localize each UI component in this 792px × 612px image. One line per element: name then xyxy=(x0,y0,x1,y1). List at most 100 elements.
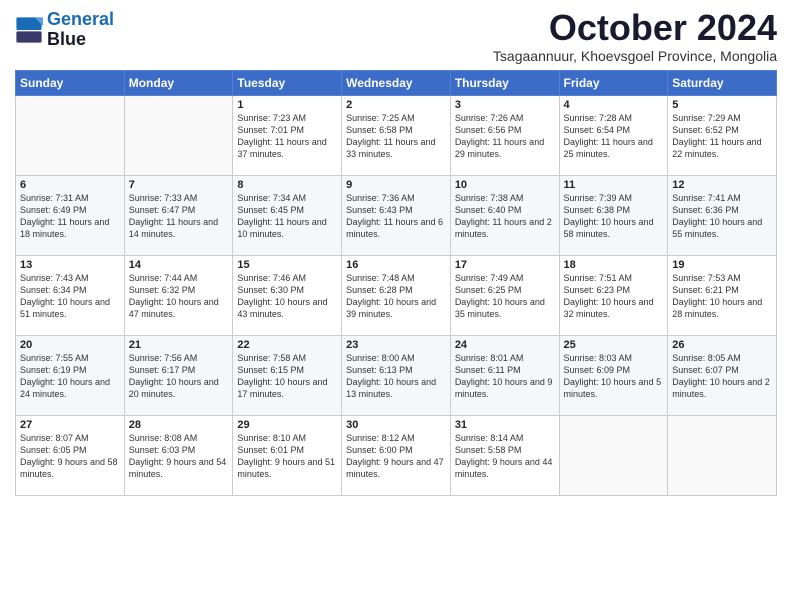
calendar-cell: 31Sunrise: 8:14 AM Sunset: 5:58 PM Dayli… xyxy=(450,416,559,496)
day-number: 27 xyxy=(20,419,120,431)
calendar-cell: 11Sunrise: 7:39 AM Sunset: 6:38 PM Dayli… xyxy=(559,176,668,256)
logo: General Blue xyxy=(15,10,114,50)
day-number: 31 xyxy=(455,419,555,431)
day-info: Sunrise: 7:26 AM Sunset: 6:56 PM Dayligh… xyxy=(455,112,555,161)
calendar-cell xyxy=(16,96,125,176)
day-number: 15 xyxy=(237,259,337,271)
calendar-cell: 29Sunrise: 8:10 AM Sunset: 6:01 PM Dayli… xyxy=(233,416,342,496)
calendar-cell xyxy=(559,416,668,496)
day-number: 9 xyxy=(346,179,446,191)
weekday-header: Thursday xyxy=(450,71,559,96)
day-info: Sunrise: 8:00 AM Sunset: 6:13 PM Dayligh… xyxy=(346,352,446,401)
day-info: Sunrise: 8:01 AM Sunset: 6:11 PM Dayligh… xyxy=(455,352,555,401)
day-info: Sunrise: 8:03 AM Sunset: 6:09 PM Dayligh… xyxy=(564,352,664,401)
calendar-cell: 15Sunrise: 7:46 AM Sunset: 6:30 PM Dayli… xyxy=(233,256,342,336)
day-number: 17 xyxy=(455,259,555,271)
calendar-cell: 13Sunrise: 7:43 AM Sunset: 6:34 PM Dayli… xyxy=(16,256,125,336)
logo-line2: Blue xyxy=(47,30,114,50)
day-info: Sunrise: 8:08 AM Sunset: 6:03 PM Dayligh… xyxy=(129,432,229,481)
calendar-week-row: 1Sunrise: 7:23 AM Sunset: 7:01 PM Daylig… xyxy=(16,96,777,176)
day-info: Sunrise: 7:53 AM Sunset: 6:21 PM Dayligh… xyxy=(672,272,772,321)
day-number: 21 xyxy=(129,339,229,351)
day-number: 3 xyxy=(455,99,555,111)
day-number: 16 xyxy=(346,259,446,271)
logo-text: General Blue xyxy=(47,10,114,50)
day-number: 20 xyxy=(20,339,120,351)
day-info: Sunrise: 7:49 AM Sunset: 6:25 PM Dayligh… xyxy=(455,272,555,321)
day-info: Sunrise: 7:31 AM Sunset: 6:49 PM Dayligh… xyxy=(20,192,120,241)
day-info: Sunrise: 7:39 AM Sunset: 6:38 PM Dayligh… xyxy=(564,192,664,241)
calendar-cell: 17Sunrise: 7:49 AM Sunset: 6:25 PM Dayli… xyxy=(450,256,559,336)
day-info: Sunrise: 7:55 AM Sunset: 6:19 PM Dayligh… xyxy=(20,352,120,401)
day-number: 26 xyxy=(672,339,772,351)
weekday-header: Saturday xyxy=(668,71,777,96)
logo-line1: General xyxy=(47,9,114,29)
day-number: 8 xyxy=(237,179,337,191)
day-number: 30 xyxy=(346,419,446,431)
calendar-cell: 18Sunrise: 7:51 AM Sunset: 6:23 PM Dayli… xyxy=(559,256,668,336)
calendar-cell: 8Sunrise: 7:34 AM Sunset: 6:45 PM Daylig… xyxy=(233,176,342,256)
calendar-cell: 27Sunrise: 8:07 AM Sunset: 6:05 PM Dayli… xyxy=(16,416,125,496)
day-info: Sunrise: 7:28 AM Sunset: 6:54 PM Dayligh… xyxy=(564,112,664,161)
day-number: 14 xyxy=(129,259,229,271)
day-number: 12 xyxy=(672,179,772,191)
day-number: 2 xyxy=(346,99,446,111)
day-info: Sunrise: 7:43 AM Sunset: 6:34 PM Dayligh… xyxy=(20,272,120,321)
calendar-cell: 1Sunrise: 7:23 AM Sunset: 7:01 PM Daylig… xyxy=(233,96,342,176)
day-info: Sunrise: 7:33 AM Sunset: 6:47 PM Dayligh… xyxy=(129,192,229,241)
weekday-header: Tuesday xyxy=(233,71,342,96)
calendar-cell: 7Sunrise: 7:33 AM Sunset: 6:47 PM Daylig… xyxy=(124,176,233,256)
day-number: 24 xyxy=(455,339,555,351)
calendar-cell: 16Sunrise: 7:48 AM Sunset: 6:28 PM Dayli… xyxy=(342,256,451,336)
day-number: 13 xyxy=(20,259,120,271)
calendar-cell: 28Sunrise: 8:08 AM Sunset: 6:03 PM Dayli… xyxy=(124,416,233,496)
calendar-cell: 4Sunrise: 7:28 AM Sunset: 6:54 PM Daylig… xyxy=(559,96,668,176)
weekday-header: Friday xyxy=(559,71,668,96)
day-number: 22 xyxy=(237,339,337,351)
day-info: Sunrise: 8:14 AM Sunset: 5:58 PM Dayligh… xyxy=(455,432,555,481)
calendar-cell: 9Sunrise: 7:36 AM Sunset: 6:43 PM Daylig… xyxy=(342,176,451,256)
weekday-header: Monday xyxy=(124,71,233,96)
calendar-table: SundayMondayTuesdayWednesdayThursdayFrid… xyxy=(15,70,777,496)
day-number: 1 xyxy=(237,99,337,111)
calendar-cell: 3Sunrise: 7:26 AM Sunset: 6:56 PM Daylig… xyxy=(450,96,559,176)
calendar-cell: 21Sunrise: 7:56 AM Sunset: 6:17 PM Dayli… xyxy=(124,336,233,416)
weekday-header-row: SundayMondayTuesdayWednesdayThursdayFrid… xyxy=(16,71,777,96)
day-number: 5 xyxy=(672,99,772,111)
calendar-cell: 19Sunrise: 7:53 AM Sunset: 6:21 PM Dayli… xyxy=(668,256,777,336)
calendar-cell: 24Sunrise: 8:01 AM Sunset: 6:11 PM Dayli… xyxy=(450,336,559,416)
day-number: 6 xyxy=(20,179,120,191)
weekday-header: Wednesday xyxy=(342,71,451,96)
day-info: Sunrise: 7:56 AM Sunset: 6:17 PM Dayligh… xyxy=(129,352,229,401)
day-info: Sunrise: 7:44 AM Sunset: 6:32 PM Dayligh… xyxy=(129,272,229,321)
day-info: Sunrise: 8:05 AM Sunset: 6:07 PM Dayligh… xyxy=(672,352,772,401)
day-number: 19 xyxy=(672,259,772,271)
month-title: October 2024 xyxy=(493,10,777,46)
calendar-cell: 12Sunrise: 7:41 AM Sunset: 6:36 PM Dayli… xyxy=(668,176,777,256)
day-number: 25 xyxy=(564,339,664,351)
calendar-cell: 10Sunrise: 7:38 AM Sunset: 6:40 PM Dayli… xyxy=(450,176,559,256)
day-info: Sunrise: 7:48 AM Sunset: 6:28 PM Dayligh… xyxy=(346,272,446,321)
day-number: 28 xyxy=(129,419,229,431)
day-info: Sunrise: 8:07 AM Sunset: 6:05 PM Dayligh… xyxy=(20,432,120,481)
calendar-cell xyxy=(124,96,233,176)
title-block: October 2024 Tsagaannuur, Khoevsgoel Pro… xyxy=(493,10,777,64)
day-info: Sunrise: 7:38 AM Sunset: 6:40 PM Dayligh… xyxy=(455,192,555,241)
calendar-cell: 20Sunrise: 7:55 AM Sunset: 6:19 PM Dayli… xyxy=(16,336,125,416)
day-number: 29 xyxy=(237,419,337,431)
day-number: 10 xyxy=(455,179,555,191)
day-info: Sunrise: 7:58 AM Sunset: 6:15 PM Dayligh… xyxy=(237,352,337,401)
page-header: General Blue October 2024 Tsagaannuur, K… xyxy=(15,10,777,64)
day-number: 18 xyxy=(564,259,664,271)
calendar-cell: 14Sunrise: 7:44 AM Sunset: 6:32 PM Dayli… xyxy=(124,256,233,336)
calendar-cell: 30Sunrise: 8:12 AM Sunset: 6:00 PM Dayli… xyxy=(342,416,451,496)
day-number: 11 xyxy=(564,179,664,191)
day-info: Sunrise: 7:23 AM Sunset: 7:01 PM Dayligh… xyxy=(237,112,337,161)
calendar-cell: 25Sunrise: 8:03 AM Sunset: 6:09 PM Dayli… xyxy=(559,336,668,416)
calendar-week-row: 20Sunrise: 7:55 AM Sunset: 6:19 PM Dayli… xyxy=(16,336,777,416)
day-info: Sunrise: 7:46 AM Sunset: 6:30 PM Dayligh… xyxy=(237,272,337,321)
day-info: Sunrise: 7:41 AM Sunset: 6:36 PM Dayligh… xyxy=(672,192,772,241)
calendar-week-row: 13Sunrise: 7:43 AM Sunset: 6:34 PM Dayli… xyxy=(16,256,777,336)
calendar-cell: 5Sunrise: 7:29 AM Sunset: 6:52 PM Daylig… xyxy=(668,96,777,176)
day-info: Sunrise: 7:34 AM Sunset: 6:45 PM Dayligh… xyxy=(237,192,337,241)
